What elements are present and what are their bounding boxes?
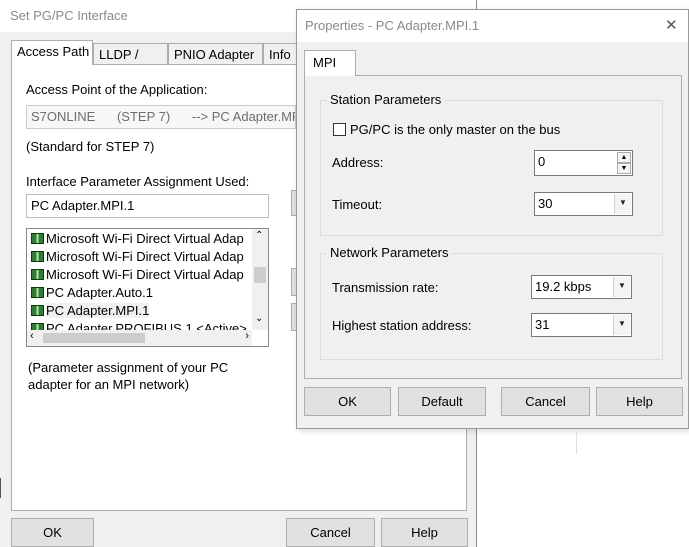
tab-mpi[interactable]: MPI [304, 50, 356, 76]
interface-assignment-value: PC Adapter.MPI.1 [31, 198, 135, 213]
horizontal-scrollbar-thumb[interactable] [43, 333, 145, 343]
spin-up-icon[interactable]: ▲ [617, 152, 631, 163]
list-item-selected[interactable]: PC Adapter.MPI.1 [31, 303, 150, 321]
tab-mpi-label: MPI [313, 55, 337, 70]
tab-lldp-dcp[interactable]: LLDP / DCP [93, 43, 168, 77]
props-ok-label: OK [338, 394, 357, 409]
props-default-label: Default [421, 394, 463, 409]
description-line-2: adapter for an MPI network) [28, 377, 190, 392]
only-master-checkbox[interactable] [333, 123, 346, 136]
background-window-edge [576, 429, 577, 454]
access-point-value: S7ONLINE (STEP 7) --> PC Adapter.MPI.1 [31, 109, 296, 124]
props-title-bar[interactable]: Properties - PC Adapter.MPI.1 ✕ [297, 10, 688, 42]
back-window-title: Set PG/PC Interface [10, 8, 128, 23]
tab-access-path-label: Access Path [17, 44, 90, 59]
scrollbar-thumb[interactable] [254, 267, 266, 283]
timeout-value: 30 [538, 196, 553, 211]
interface-assignment-label: Interface Parameter Assignment Used: [26, 174, 250, 189]
highest-station-select[interactable]: 31 ▼ [531, 313, 632, 337]
scroll-up-icon[interactable]: ⌃ [255, 230, 263, 241]
transmission-rate-select[interactable]: 19.2 kbps ▼ [531, 275, 632, 299]
timeout-label: Timeout: [332, 197, 383, 212]
back-help-button[interactable]: Help [381, 518, 468, 547]
list-vertical-scrollbar[interactable]: ⌃ ⌄ [252, 229, 268, 330]
address-spinbox[interactable]: 0 ▲ ▼ [534, 150, 633, 176]
tab-access-path[interactable]: Access Path [11, 40, 93, 65]
network-parameters-label: Network Parameters [327, 245, 452, 260]
network-adapter-icon [31, 251, 44, 262]
list-item[interactable]: Microsoft Wi-Fi Direct Virtual Adap [31, 231, 244, 249]
back-ok-label: OK [43, 525, 62, 540]
scroll-right-icon[interactable]: › [245, 330, 249, 342]
props-help-button[interactable]: Help [596, 387, 683, 416]
props-help-label: Help [626, 394, 653, 409]
description-line-1: (Parameter assignment of your PC [28, 360, 229, 375]
back-ok-button[interactable]: OK [11, 518, 94, 547]
list-item[interactable]: Microsoft Wi-Fi Direct Virtual Adap [31, 249, 244, 267]
props-cancel-label: Cancel [525, 394, 566, 409]
highest-station-value: 31 [535, 317, 550, 332]
tab-pnio-adapter-label: PNIO Adapter [174, 47, 255, 62]
transmission-rate-value: 19.2 kbps [535, 279, 592, 294]
back-help-label: Help [411, 525, 438, 540]
properties-dialog: Properties - PC Adapter.MPI.1 ✕ MPI Stat… [296, 9, 689, 429]
address-value: 0 [538, 154, 546, 169]
back-cancel-button[interactable]: Cancel [286, 518, 375, 547]
network-parameters-group: Network Parameters [320, 245, 663, 360]
props-cancel-button[interactable]: Cancel [501, 387, 590, 416]
tab-pnio-adapter[interactable]: PNIO Adapter [168, 43, 263, 65]
list-horizontal-scrollbar[interactable]: ‹ › [27, 330, 252, 346]
transmission-rate-label: Transmission rate: [332, 280, 439, 295]
props-default-button[interactable]: Default [398, 387, 486, 416]
props-ok-button[interactable]: OK [304, 387, 391, 416]
spin-down-icon[interactable]: ▼ [617, 163, 631, 174]
list-item[interactable]: PC Adapter.Auto.1 [31, 285, 153, 303]
close-icon[interactable]: ✕ [665, 16, 678, 34]
only-master-label: PG/PC is the only master on the bus [350, 122, 561, 137]
tab-info-label: Info [269, 47, 291, 62]
chevron-down-icon[interactable]: ▼ [613, 277, 630, 297]
address-label: Address: [332, 155, 384, 170]
highest-station-label: Highest station address: [332, 318, 472, 333]
network-adapter-icon [31, 269, 44, 280]
interface-assignment-field[interactable]: PC Adapter.MPI.1 [26, 194, 269, 218]
scroll-down-icon[interactable]: ⌄ [255, 313, 263, 324]
standard-note: (Standard for STEP 7) [26, 139, 155, 154]
network-adapter-icon [31, 287, 44, 298]
chevron-down-icon[interactable]: ▼ [614, 194, 631, 214]
access-point-label: Access Point of the Application: [26, 82, 208, 97]
interface-list[interactable]: Microsoft Wi-Fi Direct Virtual Adap Micr… [26, 228, 269, 347]
access-point-field[interactable]: S7ONLINE (STEP 7) --> PC Adapter.MPI.1 [26, 105, 296, 129]
list-item[interactable]: Microsoft Wi-Fi Direct Virtual Adap [31, 267, 244, 285]
network-adapter-icon [31, 305, 44, 316]
window-edge-artifact [0, 478, 5, 498]
station-parameters-label: Station Parameters [327, 92, 445, 107]
scroll-left-icon[interactable]: ‹ [30, 330, 34, 342]
props-dialog-title: Properties - PC Adapter.MPI.1 [305, 18, 480, 33]
timeout-select[interactable]: 30 ▼ [534, 192, 633, 216]
back-cancel-label: Cancel [310, 525, 351, 540]
network-adapter-icon [31, 233, 44, 244]
chevron-down-icon[interactable]: ▼ [613, 315, 630, 335]
